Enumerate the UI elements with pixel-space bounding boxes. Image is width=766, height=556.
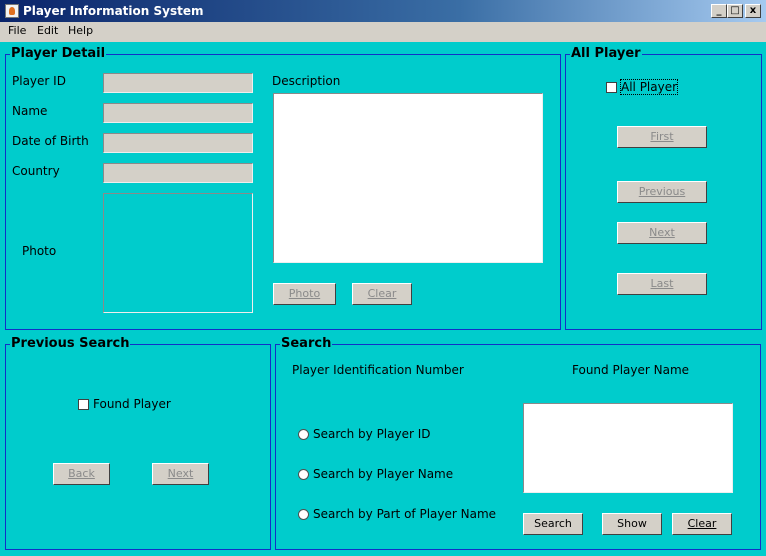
minimize-button[interactable]: _ <box>711 4 727 18</box>
clear-search-button-label: Clear <box>687 517 717 530</box>
found-player-checkbox[interactable] <box>78 399 89 410</box>
dob-label: Date of Birth <box>12 134 89 148</box>
photo-button[interactable]: Photo <box>273 283 336 305</box>
search-by-id-label[interactable]: Search by Player ID <box>313 427 431 441</box>
menu-file[interactable]: File <box>8 24 26 37</box>
maximize-button[interactable]: □ <box>727 4 743 18</box>
name-field[interactable] <box>103 103 253 123</box>
search-by-name-label[interactable]: Search by Player Name <box>313 467 453 481</box>
menu-bar <box>0 22 766 42</box>
back-button[interactable]: Back <box>53 463 110 485</box>
previous-search-panel <box>5 344 271 550</box>
search-by-part-label[interactable]: Search by Part of Player Name <box>313 507 496 521</box>
player-id-field[interactable] <box>103 73 253 93</box>
menu-edit[interactable]: Edit <box>37 24 58 37</box>
search-button-label: Search <box>534 517 572 530</box>
description-textarea[interactable] <box>273 93 543 263</box>
country-label: Country <box>12 164 60 178</box>
name-label: Name <box>12 104 48 118</box>
found-player-name-label: Found Player Name <box>572 363 690 377</box>
photo-label: Photo <box>22 244 57 258</box>
show-button[interactable]: Show <box>602 513 662 535</box>
player-identification-label: Player Identification Number <box>292 363 464 377</box>
previous-search-next-button[interactable]: Next <box>152 463 209 485</box>
all-player-checkbox[interactable] <box>606 82 617 93</box>
previous-button[interactable]: Previous <box>617 181 707 203</box>
close-button[interactable]: x <box>745 4 761 18</box>
first-button[interactable]: First <box>617 126 707 148</box>
description-label: Description <box>272 74 341 88</box>
previous-search-title: Previous Search <box>10 336 131 351</box>
player-id-label: Player ID <box>12 74 66 88</box>
search-title: Search <box>280 336 333 351</box>
all-player-checkbox-label[interactable]: All Player <box>619 79 679 95</box>
search-by-name-radio[interactable] <box>298 469 309 480</box>
clear-search-button[interactable]: Clear <box>672 513 732 535</box>
menu-help[interactable]: Help <box>68 24 93 37</box>
clear-detail-button[interactable]: Clear <box>352 283 412 305</box>
show-button-label: Show <box>617 517 647 530</box>
search-by-part-radio[interactable] <box>298 509 309 520</box>
country-field[interactable] <box>103 163 253 183</box>
window-title: Player Information System <box>23 4 204 18</box>
java-app-icon <box>5 4 19 18</box>
search-button[interactable]: Search <box>523 513 583 535</box>
search-by-id-radio[interactable] <box>298 429 309 440</box>
found-player-list[interactable] <box>523 403 733 493</box>
next-button[interactable]: Next <box>617 222 707 244</box>
photo-frame <box>103 193 253 313</box>
last-button[interactable]: Last <box>617 273 707 295</box>
dob-field[interactable] <box>103 133 253 153</box>
found-player-checkbox-label[interactable]: Found Player <box>93 397 171 411</box>
player-detail-title: Player Detail <box>10 46 107 61</box>
all-player-title: All Player <box>570 46 642 61</box>
